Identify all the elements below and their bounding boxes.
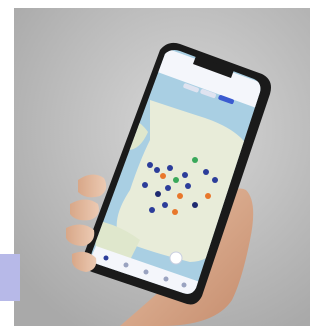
map-pin xyxy=(177,193,183,199)
finger-2 xyxy=(70,199,99,221)
finger-3 xyxy=(66,224,95,246)
map-pin xyxy=(192,157,198,163)
home-icon xyxy=(103,255,109,261)
map-pin xyxy=(142,182,148,188)
settings-icon xyxy=(181,282,187,288)
photo xyxy=(0,0,310,326)
map-pin xyxy=(165,185,171,191)
map-pin xyxy=(155,191,161,197)
map-pin xyxy=(173,177,179,183)
map-icon xyxy=(123,262,129,268)
map-pin xyxy=(192,202,198,208)
map-pin xyxy=(203,169,209,175)
map-pin xyxy=(185,183,191,189)
map-pin xyxy=(147,162,153,168)
list-icon xyxy=(143,269,149,275)
map-pin xyxy=(212,177,218,183)
map-pin xyxy=(149,207,155,213)
white-margin-top xyxy=(0,0,310,8)
corner-tab xyxy=(0,254,20,301)
map-pin xyxy=(162,202,168,208)
finger-1 xyxy=(78,174,107,198)
map-pin xyxy=(167,165,173,171)
map-pin xyxy=(160,173,166,179)
fab-button xyxy=(169,251,183,265)
map-pin xyxy=(172,209,178,215)
profile-icon xyxy=(163,276,169,282)
map-pin xyxy=(182,172,188,178)
map-pin xyxy=(154,167,160,173)
map-pin xyxy=(205,193,211,199)
